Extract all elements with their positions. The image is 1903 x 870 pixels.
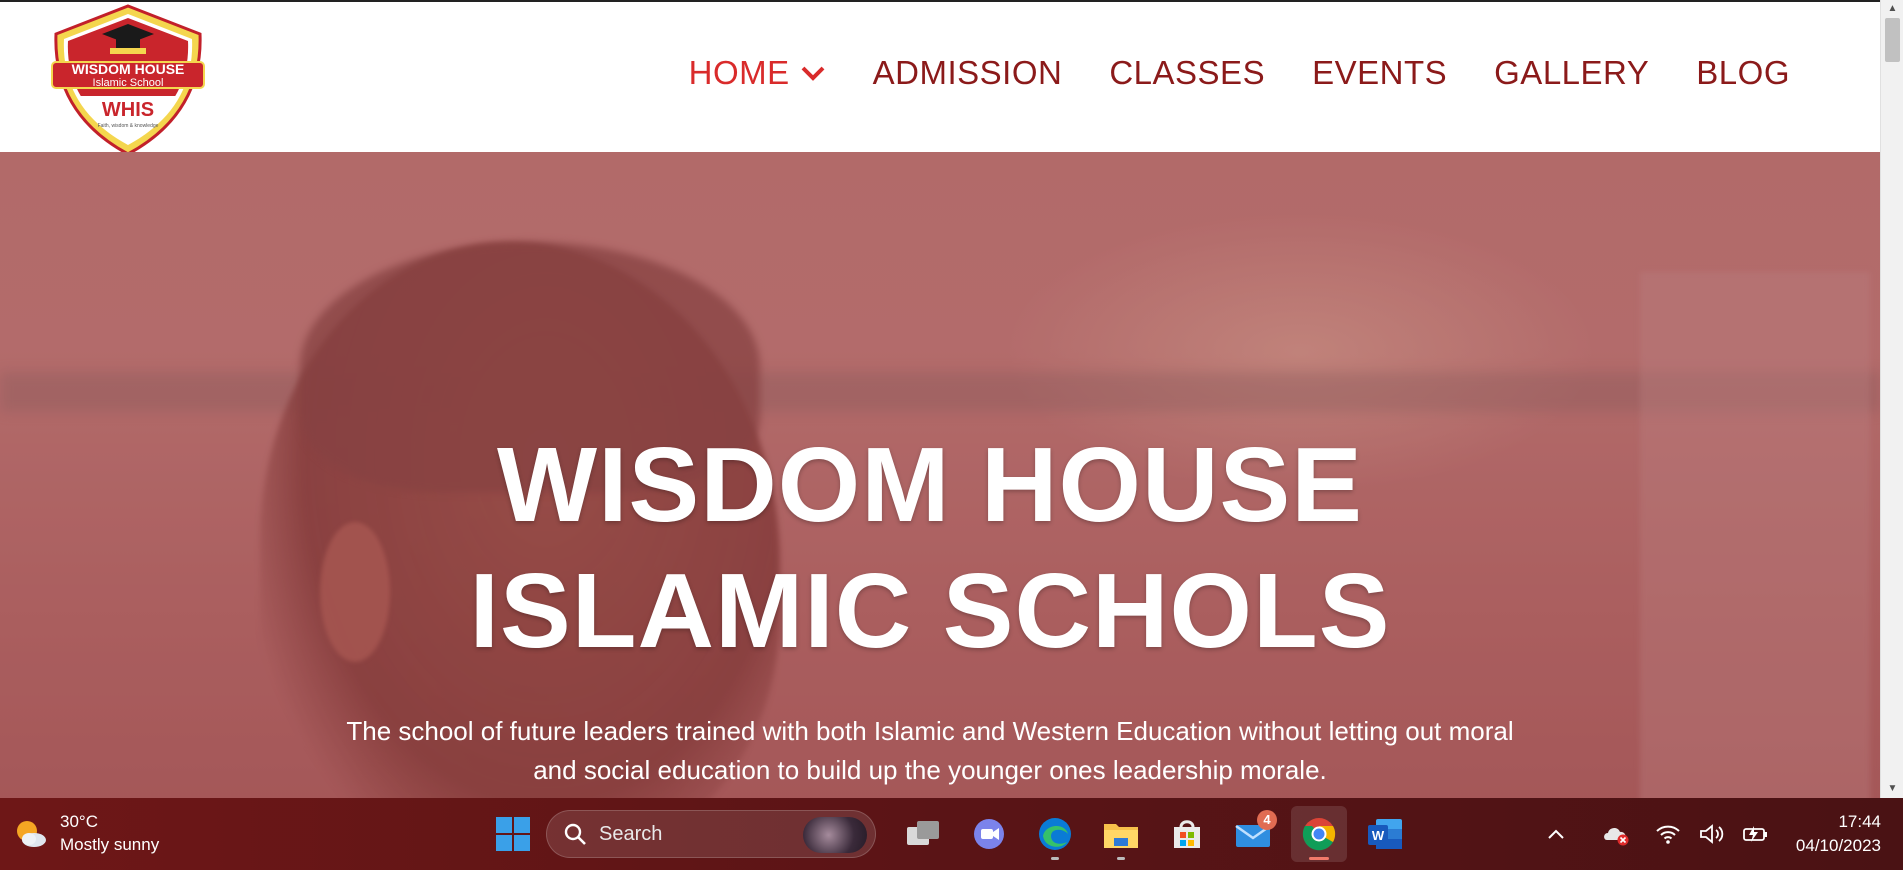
weather-widget[interactable]: 30°C Mostly sunny [12,810,159,856]
clock-time: 17:44 [1838,812,1881,831]
hero-subtitle-line1: The school of future leaders trained wit… [346,716,1514,746]
word-icon: W [1368,819,1402,849]
hero-title-line1: WISDOM HOUSE [497,426,1363,544]
scroll-down-arrow-icon[interactable]: ▼ [1887,784,1898,794]
chevron-up-icon [1548,829,1564,839]
ms-store-button[interactable] [1159,806,1215,862]
edge-running-indicator [1051,857,1059,860]
nav-blog[interactable]: BLOG [1696,54,1790,92]
logo-subtitle: Islamic School [93,77,164,89]
onedrive-error-icon [1604,827,1629,846]
system-tray: 17:44 04/10/2023 [1534,798,1903,870]
mail-button[interactable]: 4 [1225,806,1281,862]
chrome-button[interactable] [1291,806,1347,862]
logo-motto: Faith, wisdom & knowledge [98,123,159,129]
onedrive-status-button[interactable] [1598,816,1634,852]
teams-chat-button[interactable] [961,806,1017,862]
task-view-button[interactable] [895,806,951,862]
file-explorer-icon [1104,824,1138,848]
chrome-icon [1302,818,1336,851]
search-placeholder: Search [599,822,663,845]
hero-subtitle-line2: and social education to build up the you… [533,755,1327,785]
edge-icon [1039,818,1071,850]
sun-cloud-icon [17,821,46,847]
battery-button[interactable] [1738,816,1774,852]
battery-charging-icon [1743,826,1767,842]
teams-chat-icon [974,819,1004,849]
explorer-running-indicator [1117,857,1125,860]
nav-admission[interactable]: ADMISSION [873,54,1063,92]
mail-badge: 4 [1257,810,1277,830]
speaker-icon [1700,824,1724,844]
nav-classes[interactable]: CLASSES [1109,54,1265,92]
nav-home[interactable]: HOME [689,54,826,92]
weather-desc: Mostly sunny [60,835,160,854]
site-header: WISDOM HOUSE Islamic School WHIS Faith, … [0,2,1880,156]
search-highlight-image [803,817,867,853]
scroll-up-arrow-icon[interactable]: ▲ [1887,4,1898,14]
logo-title: WISDOM HOUSE [72,61,185,77]
word-button[interactable]: W [1357,806,1413,862]
edge-button[interactable] [1027,806,1083,862]
browser-page: WISDOM HOUSE Islamic School WHIS Faith, … [0,0,1880,798]
chevron-down-icon [801,66,825,81]
start-button[interactable] [490,811,536,857]
taskbar-clock[interactable]: 17:44 04/10/2023 [1796,810,1881,858]
windows-taskbar: 30°C Mostly sunny Search 4 W 17:44 04/10… [0,798,1903,870]
file-explorer-button[interactable] [1093,806,1149,862]
nav-gallery[interactable]: GALLERY [1494,54,1649,92]
nav-events[interactable]: EVENTS [1312,54,1447,92]
scroll-thumb[interactable] [1885,18,1900,62]
logo-abbr: WHIS [102,99,154,121]
hero-title-line2: ISLAMIC SCHOLS [469,552,1391,670]
hero-title: WISDOM HOUSE ISLAMIC SCHOLS [0,422,1860,674]
taskbar-search[interactable]: Search [546,810,876,858]
wifi-icon [1656,825,1680,844]
taskbar-center: Search 4 W [490,806,1418,862]
volume-button[interactable] [1694,816,1730,852]
clock-date: 04/10/2023 [1795,836,1881,855]
hero-section: WISDOM HOUSE ISLAMIC SCHOLS The school o… [0,152,1880,798]
windows-logo-icon [496,817,530,851]
show-hidden-icons-button[interactable] [1538,816,1574,852]
search-icon [564,823,586,845]
wifi-button[interactable] [1650,816,1686,852]
ms-store-icon [1174,820,1200,848]
nav-home-label: HOME [688,54,790,91]
main-nav: HOME ADMISSION CLASSES EVENTS GALLERY BL… [689,54,1790,92]
task-view-icon [907,821,939,845]
svg-text:W: W [1372,828,1385,843]
hero-subtitle: The school of future leaders trained wit… [300,712,1560,790]
page-scrollbar[interactable]: ▲ ▼ [1880,0,1903,798]
school-logo[interactable]: WISDOM HOUSE Islamic School WHIS Faith, … [50,4,206,156]
chrome-active-indicator [1309,857,1329,860]
weather-temp: 30°C [60,812,98,831]
